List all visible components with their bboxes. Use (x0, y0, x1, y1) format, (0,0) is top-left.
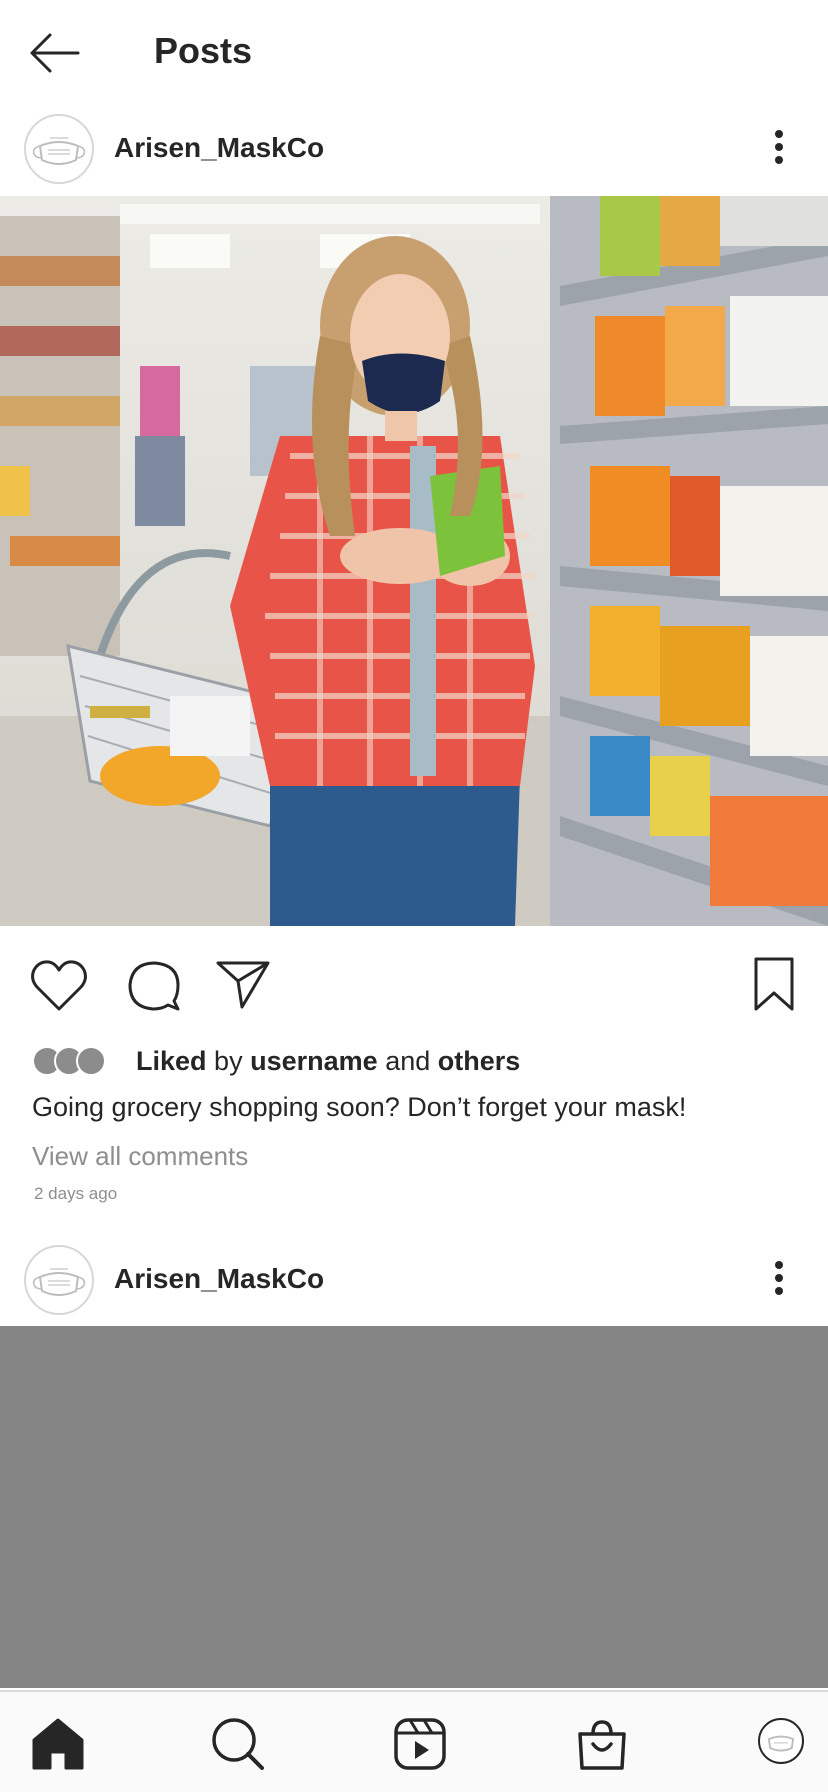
more-options-button[interactable] (764, 1255, 794, 1301)
nav-shop[interactable] (572, 1714, 632, 1774)
save-button[interactable] (746, 955, 808, 1017)
page-title: Posts (154, 30, 253, 71)
likes-text[interactable]: Liked by username and others (136, 1046, 520, 1077)
comment-bubble-icon (128, 961, 180, 1011)
nav-search[interactable] (208, 1714, 268, 1774)
post-header: Arisen_MaskCo (0, 100, 828, 196)
likes-by-label: by (214, 1046, 243, 1076)
post-timestamp: 2 days ago (34, 1184, 118, 1203)
likes-others[interactable]: others (438, 1046, 521, 1076)
comment-button[interactable] (122, 955, 184, 1017)
post-caption: Going grocery shopping soon? Don’t forge… (32, 1092, 687, 1122)
mask-logo-icon (32, 1268, 86, 1296)
likes-summary: Liked by username and others (32, 1044, 792, 1080)
more-options-button[interactable] (764, 124, 794, 170)
grocery-shopper-photo (0, 196, 828, 926)
liker-avatar (76, 1046, 106, 1076)
heart-icon (31, 960, 87, 1011)
post-username[interactable]: Arisen_MaskCo (114, 132, 324, 164)
reels-icon (394, 1718, 446, 1770)
likes-username[interactable]: username (250, 1046, 378, 1076)
nav-reels[interactable] (390, 1714, 450, 1774)
view-all-comments-link[interactable]: View all comments (32, 1141, 248, 1172)
mask-logo-icon (767, 1735, 795, 1752)
likes-and-label: and (385, 1046, 431, 1076)
arrow-left-icon (30, 33, 80, 73)
post-header: Arisen_MaskCo (0, 1231, 828, 1327)
home-icon (32, 1718, 84, 1770)
shopping-bag-icon (578, 1720, 626, 1770)
vertical-dots-icon (775, 1261, 783, 1295)
avatar[interactable] (24, 114, 94, 184)
nav-profile-avatar[interactable] (758, 1718, 804, 1764)
vertical-dots-icon (775, 130, 783, 164)
post-username[interactable]: Arisen_MaskCo (114, 1263, 324, 1295)
post-image[interactable] (0, 196, 828, 926)
mask-logo-icon (32, 137, 86, 165)
back-button[interactable] (24, 28, 84, 78)
likes-liked-label: Liked (136, 1046, 207, 1076)
paper-plane-icon (216, 961, 270, 1009)
avatar[interactable] (24, 1245, 94, 1315)
bookmark-icon (754, 957, 794, 1011)
like-button[interactable] (28, 955, 90, 1017)
post-actions (0, 955, 828, 1025)
nav-home[interactable] (28, 1714, 88, 1774)
post-image-placeholder[interactable] (0, 1326, 828, 1688)
top-bar: Posts (0, 0, 828, 100)
bottom-nav (0, 1690, 828, 1792)
share-button[interactable] (214, 955, 276, 1017)
search-icon (212, 1718, 264, 1770)
